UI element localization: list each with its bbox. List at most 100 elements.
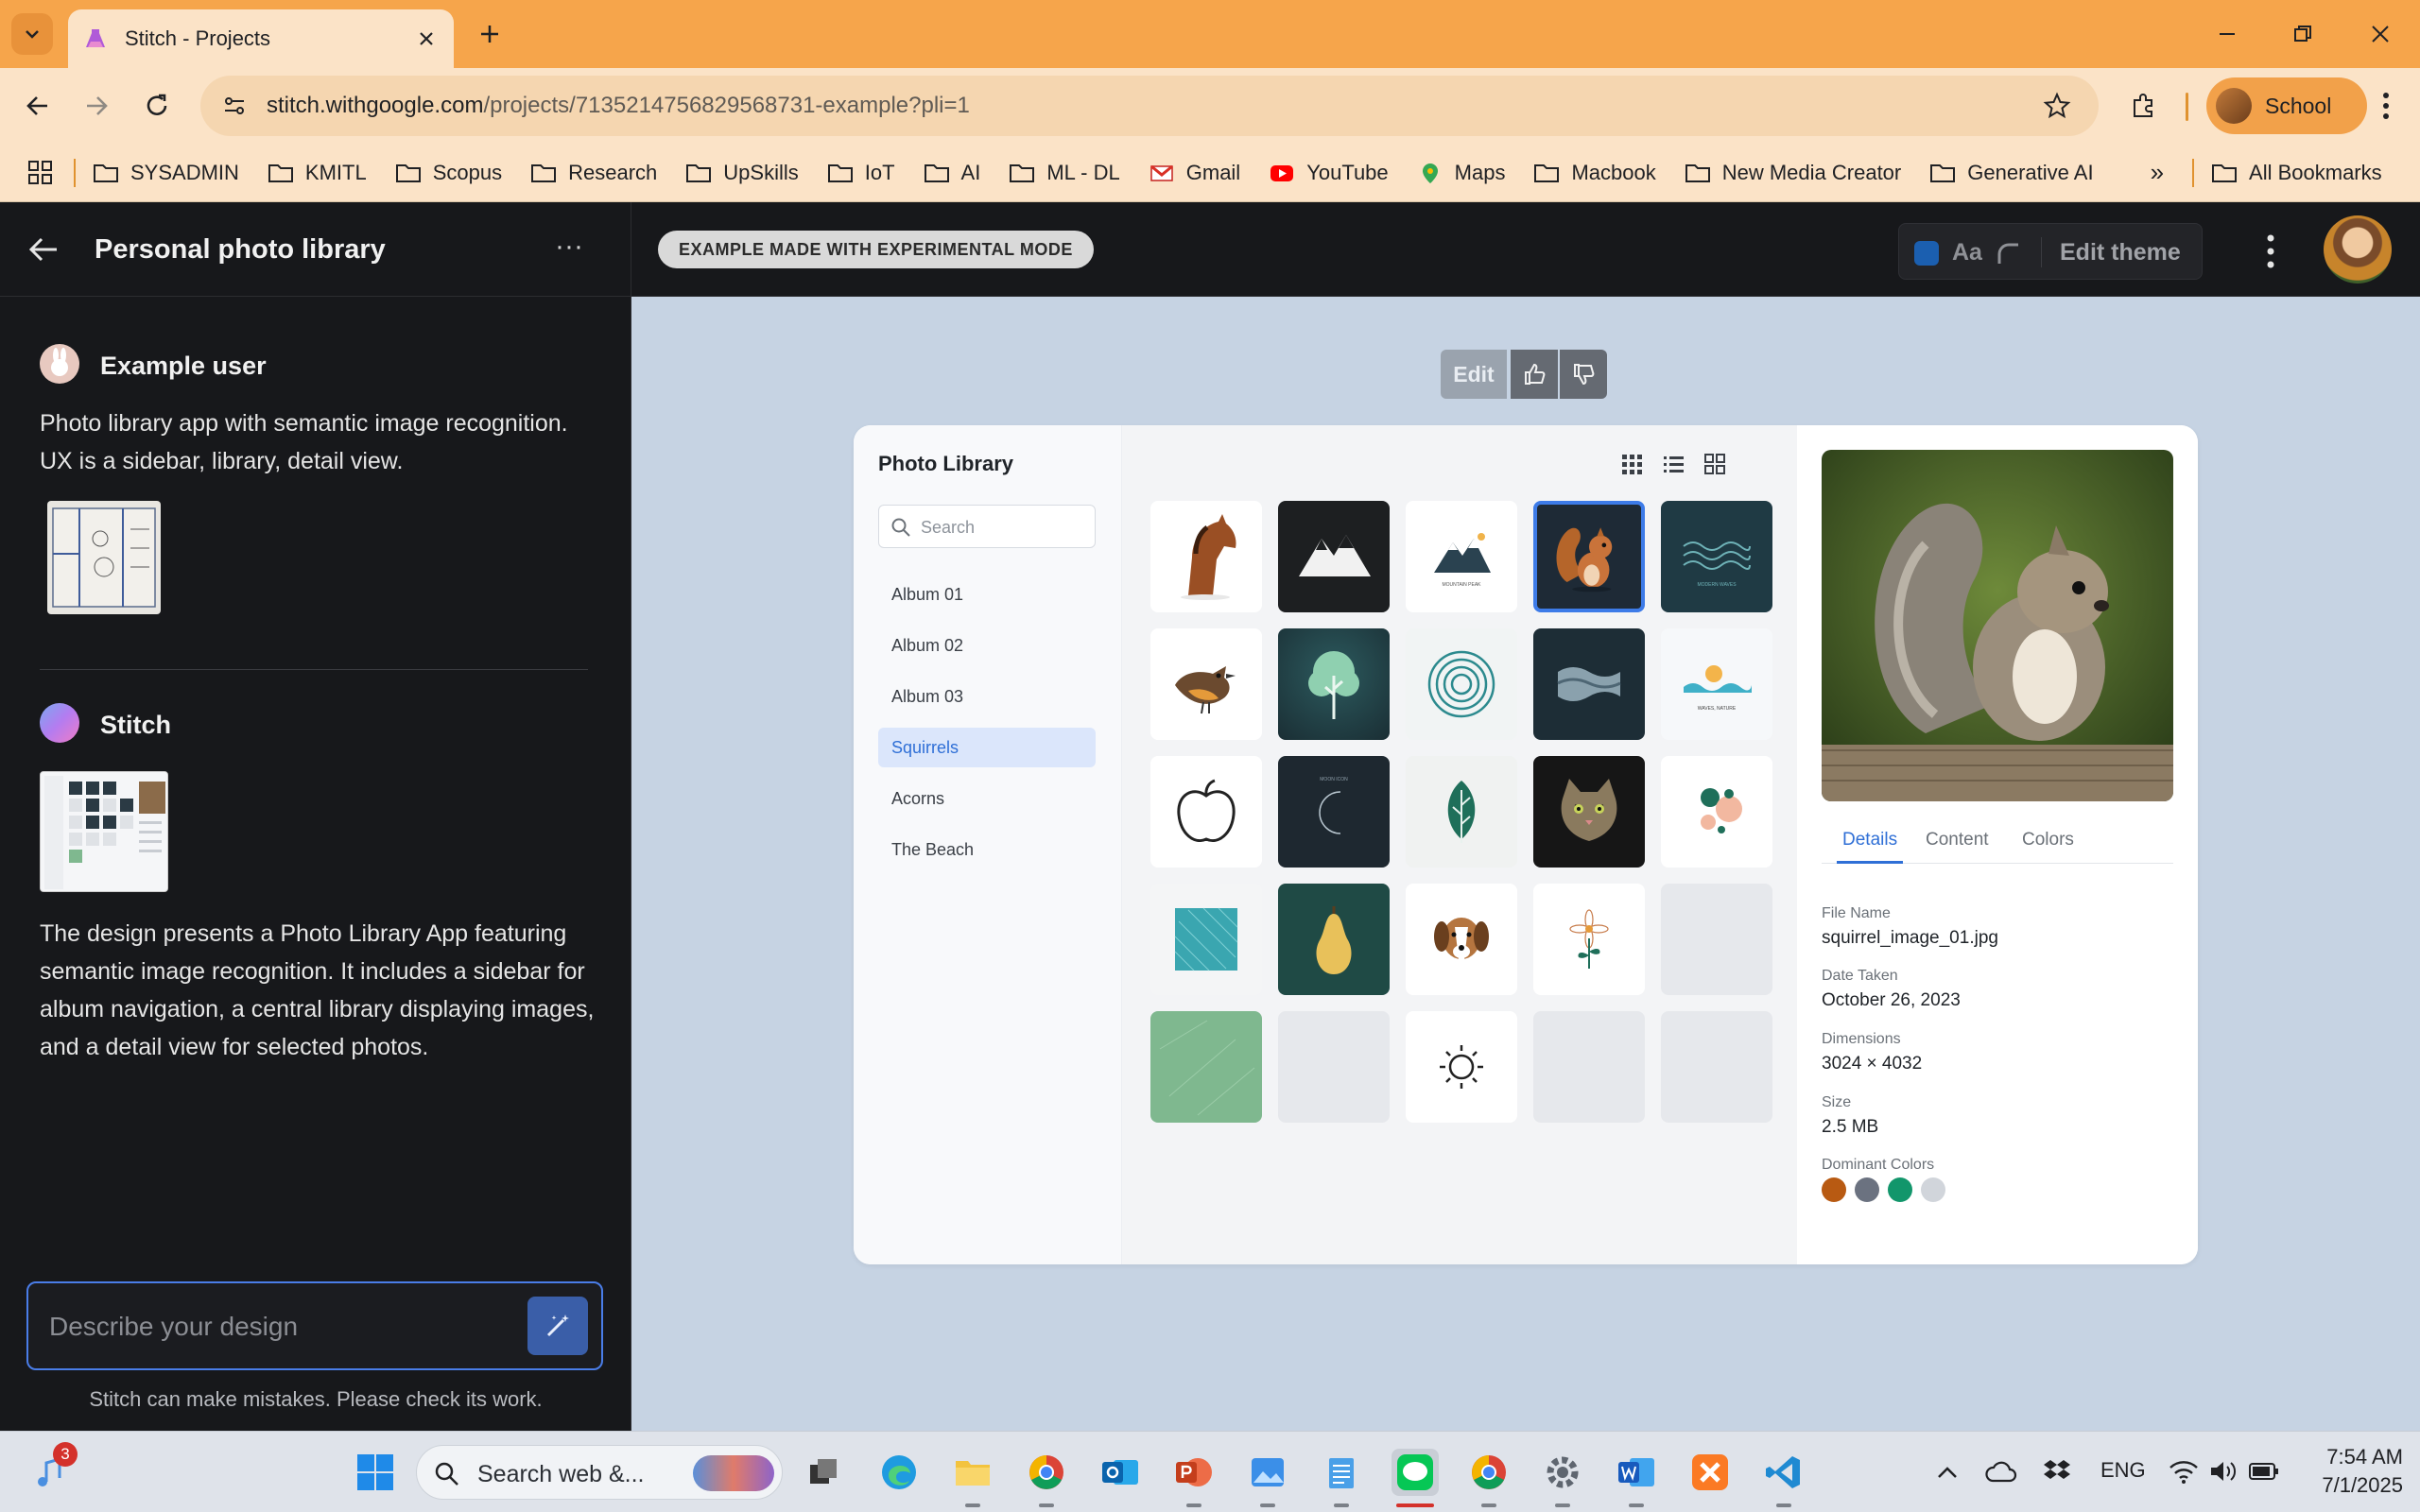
restore-button[interactable]	[2274, 13, 2331, 55]
more-bookmarks-button[interactable]: »	[2151, 158, 2164, 187]
photo-tile-bird[interactable]	[1150, 628, 1262, 740]
outlook-button[interactable]	[1097, 1449, 1144, 1496]
photo-tile-mountain-dark[interactable]	[1278, 501, 1390, 612]
prompt-input[interactable]: Describe your design	[26, 1281, 603, 1370]
task-view-button[interactable]	[800, 1449, 847, 1496]
album-item-acorns[interactable]: Acorns	[878, 779, 1096, 818]
chrome-profile-button[interactable]	[1465, 1449, 1512, 1496]
grid-small-icon[interactable]	[1619, 452, 1644, 476]
back-button[interactable]	[15, 83, 60, 129]
photo-tile-pear[interactable]	[1278, 884, 1390, 995]
bookmark-macbook[interactable]: Macbook	[1533, 161, 1656, 185]
volume-icon[interactable]	[2208, 1458, 2238, 1485]
bookmark-star-button[interactable]	[2036, 85, 2078, 127]
photo-tile-squirrel[interactable]	[1533, 501, 1645, 612]
library-search-input[interactable]: Search	[878, 505, 1096, 548]
photo-tile-moon-dark[interactable]: MOON ICON	[1278, 756, 1390, 868]
taskbar-search[interactable]: Search web &...	[416, 1445, 783, 1500]
file-explorer-button[interactable]	[949, 1449, 996, 1496]
tab-colors[interactable]: Colors	[2022, 830, 2074, 864]
browser-menu-button[interactable]	[2363, 83, 2409, 129]
photo-tile-sea-sun[interactable]: WAVES, NATURE	[1661, 628, 1772, 740]
corner-radius-icon[interactable]	[1994, 239, 2022, 267]
reload-button[interactable]	[134, 83, 180, 129]
extensions-button[interactable]	[2121, 83, 2167, 129]
xampp-button[interactable]	[1686, 1449, 1734, 1496]
album-item-01[interactable]: Album 01	[878, 575, 1096, 614]
chevron-up-icon[interactable]	[1934, 1460, 1961, 1486]
thumbs-down-button[interactable]	[1560, 350, 1607, 399]
system-clock[interactable]: 7:54 AM 7/1/2025	[2290, 1443, 2403, 1500]
photo-tile-leaf[interactable]	[1406, 756, 1517, 868]
notepad-button[interactable]	[1318, 1449, 1365, 1496]
bookmark-generative-ai[interactable]: Generative AI	[1929, 161, 2094, 185]
language-indicator[interactable]: ENG	[2100, 1458, 2146, 1483]
tab-content[interactable]: Content	[1926, 830, 1989, 864]
album-item-03[interactable]: Album 03	[878, 677, 1096, 716]
list-view-icon[interactable]	[1661, 452, 1685, 476]
account-avatar[interactable]	[2324, 215, 2392, 284]
bookmark-kmitl[interactable]: KMITL	[268, 161, 367, 185]
wifi-icon[interactable]	[2169, 1458, 2199, 1485]
site-info-button[interactable]	[216, 87, 253, 125]
photo-tile-spiral[interactable]	[1406, 628, 1517, 740]
settings-button[interactable]	[1539, 1449, 1586, 1496]
photo-tile-sun[interactable]	[1406, 1011, 1517, 1123]
line-button[interactable]	[1392, 1449, 1439, 1496]
edit-theme-button[interactable]: Edit theme	[2060, 239, 2181, 266]
edit-screen-button[interactable]: Edit	[1441, 350, 1507, 399]
album-item-squirrels[interactable]: Squirrels	[878, 728, 1096, 767]
bookmark-ai[interactable]: AI	[924, 161, 980, 185]
tab-close-button[interactable]	[414, 26, 439, 51]
design-preview-attachment[interactable]	[40, 771, 168, 892]
back-arrow-icon[interactable]	[25, 231, 62, 268]
close-window-button[interactable]	[2352, 13, 2409, 55]
word-button[interactable]	[1613, 1449, 1660, 1496]
battery-icon[interactable]	[2248, 1460, 2280, 1483]
photos-button[interactable]	[1244, 1449, 1291, 1496]
new-tab-button[interactable]	[471, 15, 509, 53]
address-bar[interactable]: stitch.withgoogle.com/projects/713521475…	[200, 76, 2099, 136]
sketch-attachment[interactable]	[47, 501, 161, 614]
album-item-the-beach[interactable]: The Beach	[878, 830, 1096, 869]
bookmark-iot[interactable]: IoT	[827, 161, 895, 185]
photo-tile-placeholder[interactable]	[1278, 1011, 1390, 1123]
forward-button[interactable]	[74, 83, 119, 129]
kebab-icon[interactable]	[2252, 231, 2290, 272]
bookmark-maps[interactable]: Maps	[1417, 161, 1505, 185]
album-item-02[interactable]: Album 02	[878, 626, 1096, 665]
theme-color-swatch[interactable]	[1914, 241, 1939, 266]
photo-tile-texture-teal[interactable]	[1150, 884, 1262, 995]
bookmark-gmail[interactable]: Gmail	[1149, 161, 1240, 185]
dropbox-icon[interactable]	[2042, 1456, 2072, 1486]
photo-tile-cat[interactable]	[1533, 756, 1645, 868]
photo-tile-apple[interactable]	[1150, 756, 1262, 868]
edge-button[interactable]	[875, 1449, 923, 1496]
photo-tile-abstract[interactable]	[1661, 756, 1772, 868]
photo-tile-mountain-logo[interactable]: MOUNTAIN PEAK	[1406, 501, 1517, 612]
theme-controls[interactable]: Aa Edit theme	[1898, 223, 2203, 280]
photo-tile-green-texture[interactable]	[1150, 1011, 1262, 1123]
minimize-button[interactable]	[2199, 13, 2256, 55]
grid-large-icon[interactable]	[1703, 452, 1727, 476]
cloud-icon[interactable]	[1985, 1458, 2017, 1486]
vscode-button[interactable]	[1760, 1449, 1807, 1496]
project-more-button[interactable]: ···	[548, 231, 590, 268]
profile-button[interactable]: School	[2206, 77, 2367, 134]
start-button[interactable]	[352, 1449, 399, 1496]
theme-font-button[interactable]: Aa	[1952, 239, 1982, 266]
photo-tile-waves-dark[interactable]: MODERN WAVES	[1661, 501, 1772, 612]
bookmark-research[interactable]: Research	[530, 161, 657, 185]
bookmark-upskills[interactable]: UpSkills	[685, 161, 799, 185]
photo-tile-placeholder[interactable]	[1661, 884, 1772, 995]
thumbs-up-button[interactable]	[1511, 350, 1558, 399]
tab-details[interactable]: Details	[1837, 830, 1904, 864]
bookmark-youtube[interactable]: YouTube	[1269, 161, 1389, 185]
powerpoint-button[interactable]	[1170, 1449, 1218, 1496]
chrome-button[interactable]	[1023, 1449, 1070, 1496]
bookmark-sysadmin[interactable]: SYSADMIN	[93, 161, 239, 185]
bookmark-new-media-creator[interactable]: New Media Creator	[1685, 161, 1901, 185]
photo-tile-tree[interactable]	[1278, 628, 1390, 740]
photo-tile-waves-grey[interactable]	[1533, 628, 1645, 740]
apps-grid-icon[interactable]	[26, 159, 55, 187]
